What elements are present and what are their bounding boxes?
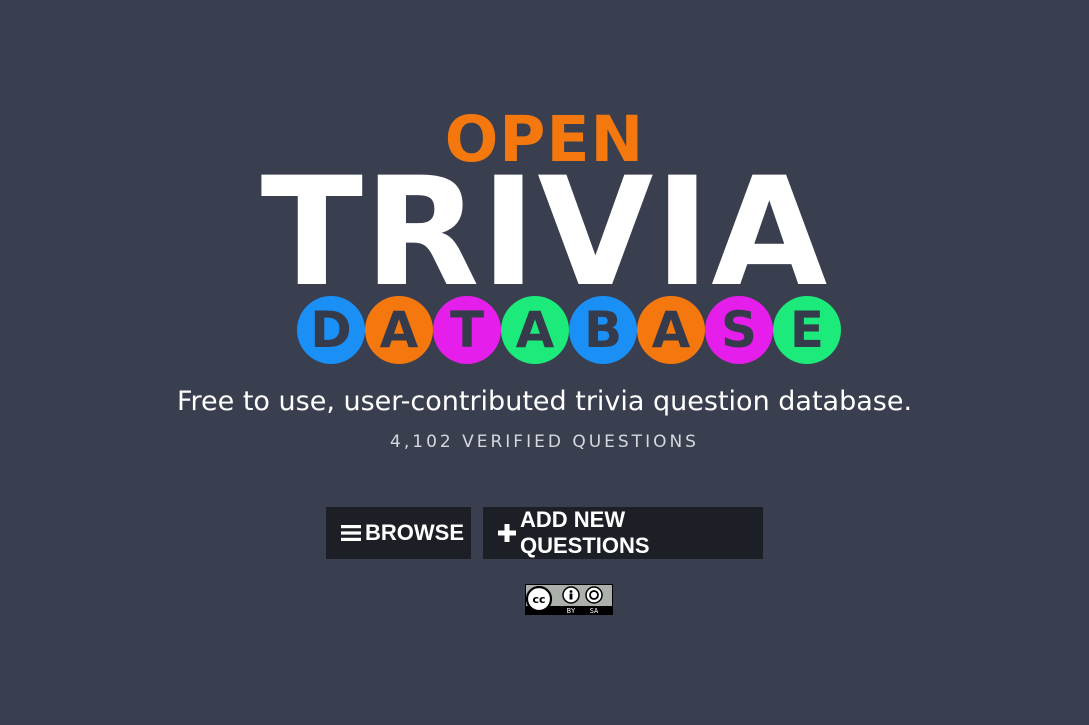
browse-button[interactable]: BROWSE <box>326 507 471 559</box>
logo-letter-circle: D <box>297 296 365 364</box>
logo-letter-circle: A <box>637 296 705 364</box>
plus-icon <box>498 524 516 542</box>
action-buttons: BROWSE ADD NEW QUESTIONS <box>0 507 1089 559</box>
verified-question-count: 4,102 VERIFIED QUESTIONS <box>390 432 699 452</box>
logo-letter-circle: T <box>433 296 501 364</box>
logo-letter-circle: A <box>365 296 433 364</box>
logo-database-circles: DATABASE <box>297 296 841 364</box>
svg-text:cc: cc <box>532 593 545 606</box>
bars-icon <box>341 524 361 542</box>
cc-by-sa-license-badge[interactable]: cc BY SA <box>525 584 613 615</box>
hero-section: OPEN TRIVIA DATABASE Free to use, user-c… <box>0 0 1089 725</box>
add-new-questions-button[interactable]: ADD NEW QUESTIONS <box>483 507 763 559</box>
logo-letter-circle: A <box>501 296 569 364</box>
logo-letter-circle: E <box>773 296 841 364</box>
browse-button-label: BROWSE <box>365 520 464 545</box>
license-sa-text: SA <box>590 607 599 615</box>
tagline: Free to use, user-contributed trivia que… <box>176 386 913 417</box>
cc-by-sa-icon: cc BY SA <box>525 584 613 615</box>
site-logo: OPEN TRIVIA DATABASE <box>0 0 1089 370</box>
logo-letter-circle: S <box>705 296 773 364</box>
add-new-questions-label: ADD NEW QUESTIONS <box>520 507 650 558</box>
logo-letter-circle: B <box>569 296 637 364</box>
logo-trivia-text: TRIVIA <box>260 146 829 320</box>
license-by-text: BY <box>567 607 576 615</box>
